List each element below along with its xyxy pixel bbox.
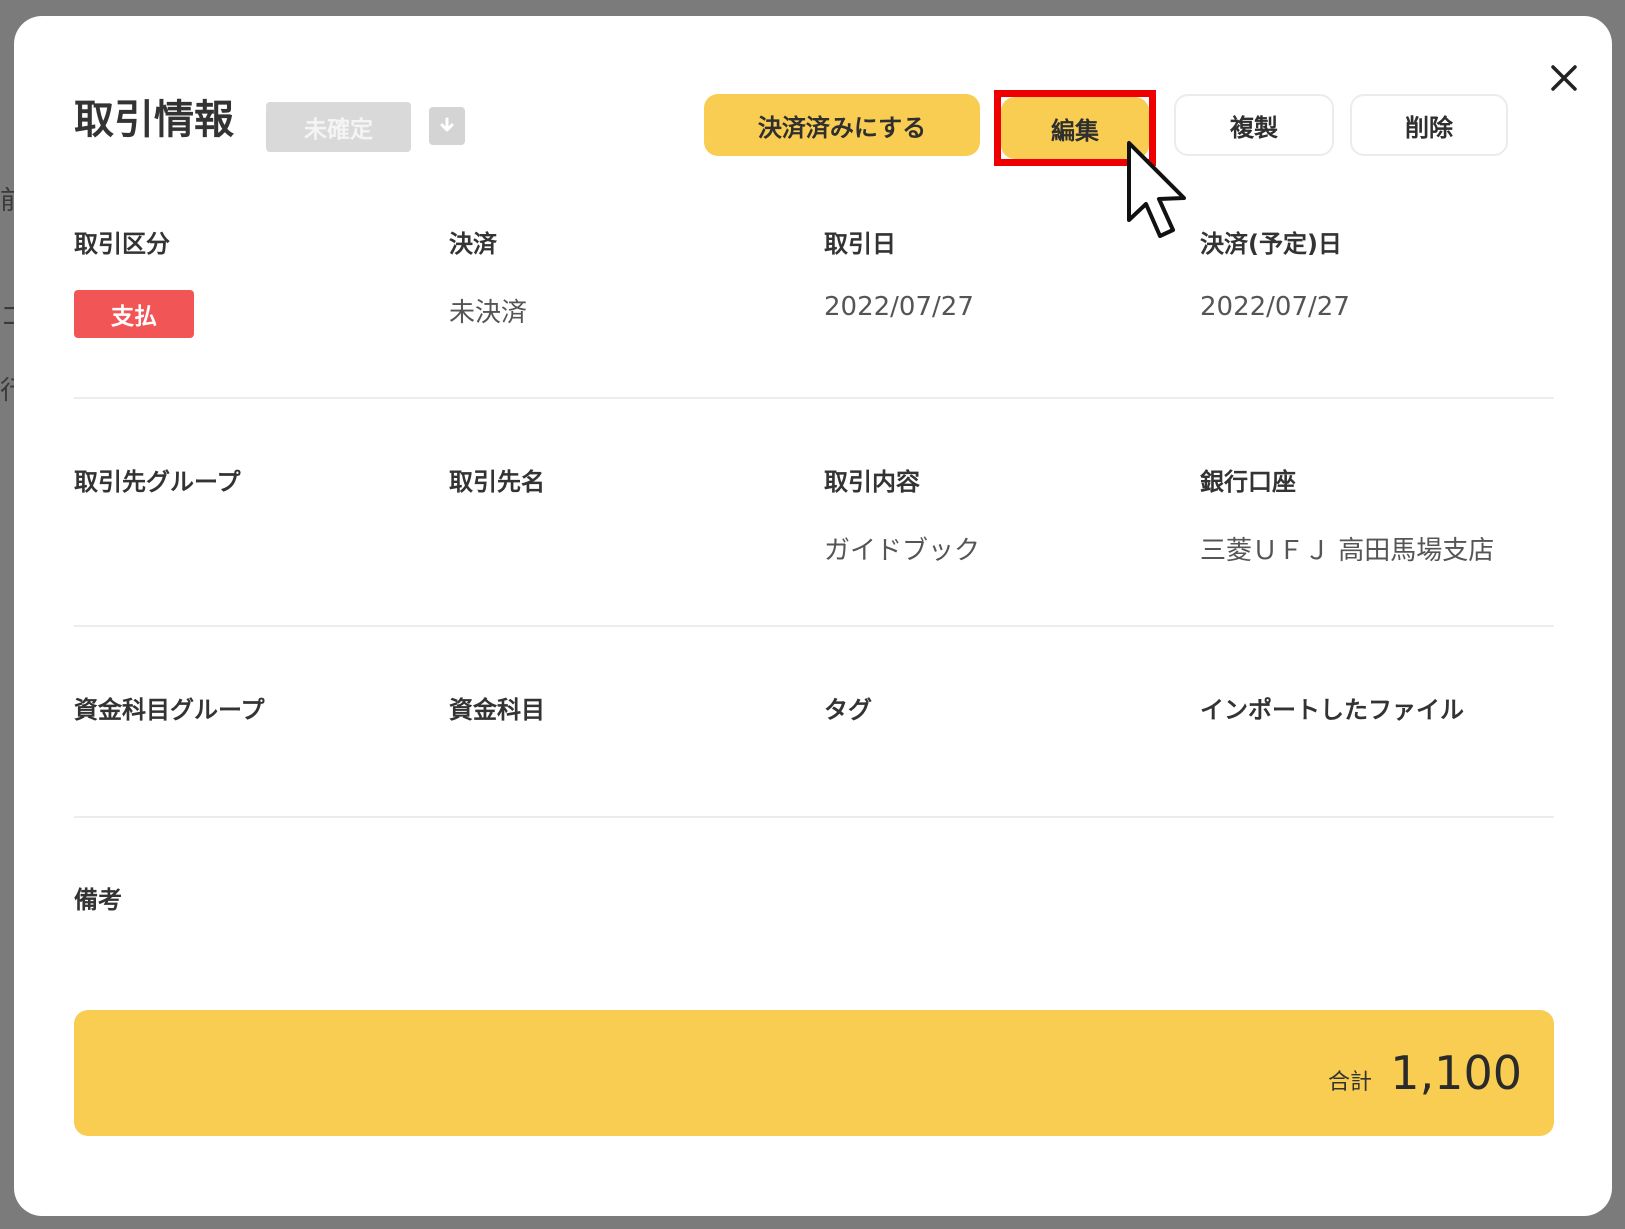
bank-account-label: 銀行口座 <box>1200 468 1296 496</box>
total-amount: 1,100 <box>1390 1046 1522 1100</box>
transaction-date-label: 取引日 <box>824 230 896 258</box>
transaction-content-value: ガイドブック <box>824 536 981 566</box>
payment-type-badge: 支払 <box>74 290 194 338</box>
tag-label: タグ <box>824 696 872 724</box>
fund-category-label: 資金科目 <box>449 696 545 724</box>
partner-group-label: 取引先グループ <box>74 468 241 496</box>
remarks-label: 備考 <box>74 886 122 914</box>
section-divider <box>74 625 1554 627</box>
fund-category-group-label: 資金科目グループ <box>74 696 265 724</box>
status-badge: 未確定 <box>266 102 411 152</box>
partner-name-label: 取引先名 <box>449 468 545 496</box>
settlement-value: 未決済 <box>449 298 528 328</box>
section-divider <box>74 816 1554 818</box>
transaction-date-value: 2022/07/27 <box>824 292 974 322</box>
settle-button[interactable]: 決済済みにする <box>704 94 980 156</box>
settlement-label: 決済 <box>449 230 497 258</box>
transaction-content-label: 取引内容 <box>824 468 920 496</box>
section-divider <box>74 397 1554 399</box>
settlement-date-value: 2022/07/27 <box>1200 292 1350 322</box>
delete-button[interactable]: 削除 <box>1350 94 1508 156</box>
total-bar: 合計 1,100 <box>74 1010 1554 1136</box>
total-label: 合計 <box>1327 1070 1372 1095</box>
transaction-type-label: 取引区分 <box>74 230 170 258</box>
close-icon[interactable] <box>1542 56 1586 100</box>
transaction-detail-modal: 取引情報 未確定 決済済みにする 編集 複製 削除 取引区分 支払 決済 未決済… <box>14 16 1612 1216</box>
duplicate-button[interactable]: 複製 <box>1174 94 1334 156</box>
settlement-date-label: 決済(予定)日 <box>1200 230 1342 258</box>
edit-button[interactable]: 編集 <box>1001 97 1149 159</box>
bank-account-value: 三菱ＵＦＪ 高田馬場支店 <box>1200 536 1495 566</box>
imported-file-label: インポートしたファイル <box>1200 696 1464 724</box>
modal-title: 取引情報 <box>74 97 234 143</box>
download-icon[interactable] <box>429 107 465 145</box>
